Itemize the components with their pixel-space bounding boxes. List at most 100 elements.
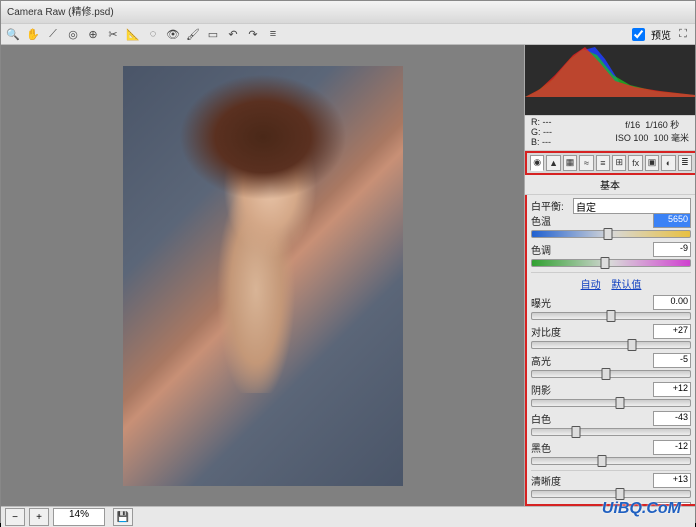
exposure-row-3: 阴影 +12 (531, 383, 691, 397)
main-area: R: --- G: --- B: --- f/16 1/160 秒 ISO 10… (1, 45, 695, 506)
wb-thumb-1[interactable] (600, 257, 609, 269)
wb-label: 白平衡: (531, 198, 573, 213)
wb-label-1: 色调 (531, 242, 573, 257)
tab-snapshot-icon[interactable]: ≣ (678, 155, 692, 171)
preview-check-input[interactable] (632, 28, 645, 41)
tab-basic-icon[interactable]: ◉ (530, 155, 544, 171)
wb-tool-icon[interactable]: ⟋ (45, 26, 61, 42)
tab-split-icon[interactable]: ≡ (596, 155, 610, 171)
presence-value-0[interactable]: +13 (653, 473, 691, 488)
preview-checkbox[interactable]: 预览 (628, 25, 671, 44)
redeye-tool-icon[interactable]: 👁 (165, 26, 181, 42)
watermark-text: UiBQ.CoM (602, 500, 681, 518)
exposure-slider-row-5 (531, 457, 691, 465)
exposure-value-0[interactable]: 0.00 (653, 295, 691, 310)
top-toolbar: 🔍 ✋ ⟋ ◎ ⊕ ✂ 📐 ◌ 👁 🖌 ▭ ↶ ↷ ≡ 预览 ⛶ (1, 24, 695, 45)
histogram-readout: R: --- G: --- B: --- f/16 1/160 秒 ISO 10… (525, 115, 695, 151)
exposure-value-5[interactable]: -12 (653, 440, 691, 455)
exposure-slider-4[interactable] (531, 428, 691, 436)
auto-link[interactable]: 自动 (581, 280, 601, 291)
window-title: Camera Raw (精修.psd) (7, 7, 114, 18)
default-link[interactable]: 默认值 (611, 280, 641, 291)
zoom-tool-icon[interactable]: 🔍 (5, 26, 21, 42)
tab-hsl-icon[interactable]: ≈ (579, 155, 593, 171)
exposure-label-5: 黑色 (531, 440, 573, 455)
camera-raw-window: Camera Raw (精修.psd) 🔍 ✋ ⟋ ◎ ⊕ ✂ 📐 ◌ 👁 🖌 … (0, 0, 696, 523)
graduated-filter-icon[interactable]: ▭ (205, 26, 221, 42)
wb-slider-0[interactable] (531, 230, 691, 238)
exposure-value-1[interactable]: +27 (653, 324, 691, 339)
exposure-slider-3[interactable] (531, 399, 691, 407)
target-adjust-icon[interactable]: ⊕ (85, 26, 101, 42)
exposure-slider-5[interactable] (531, 457, 691, 465)
exposure-value-2[interactable]: -5 (653, 353, 691, 368)
adjustment-brush-icon[interactable]: 🖌 (185, 26, 201, 42)
wb-slider-1[interactable] (531, 259, 691, 267)
exposure-thumb-5[interactable] (597, 455, 606, 467)
zoom-in-button[interactable]: + (29, 508, 49, 526)
exposure-label-0: 曝光 (531, 295, 573, 310)
zoom-out-button[interactable]: − (5, 508, 25, 526)
exposure-slider-row-3 (531, 399, 691, 407)
panel-title: 基本 (525, 175, 695, 195)
exposure-slider-2[interactable] (531, 370, 691, 378)
tab-detail-icon[interactable]: ▦ (563, 155, 577, 171)
histogram[interactable] (525, 45, 695, 115)
panel-tabstrip: ◉ ▲ ▦ ≈ ≡ ⊞ fx ▣ ◐ ≣ (525, 151, 695, 175)
fullscreen-icon[interactable]: ⛶ (675, 26, 691, 42)
exposure-label-2: 高光 (531, 353, 573, 368)
color-sampler-icon[interactable]: ◎ (65, 26, 81, 42)
exposure-slider-row-2 (531, 370, 691, 378)
exposure-row-1: 对比度 +27 (531, 325, 691, 339)
wb-row-1: 色调 -9 (531, 243, 691, 257)
tab-curve-icon[interactable]: ▲ (546, 155, 560, 171)
exposure-thumb-3[interactable] (616, 397, 625, 409)
wb-label-0: 色温 (531, 213, 573, 228)
exposure-thumb-1[interactable] (627, 339, 636, 351)
white-balance-row: 白平衡: 自定 (531, 199, 691, 213)
save-image-button[interactable]: 💾 (113, 508, 133, 526)
separator (531, 272, 691, 273)
tab-calib-icon[interactable]: ▣ (645, 155, 659, 171)
histogram-svg (525, 45, 695, 97)
rotate-left-icon[interactable]: ↶ (225, 26, 241, 42)
separator (531, 470, 691, 471)
exposure-row-0: 曝光 0.00 (531, 296, 691, 310)
exif-readout: f/16 1/160 秒 ISO 100 100 毫米 (615, 118, 689, 148)
statusbar: − + 14% 💾 (1, 506, 695, 527)
presence-slider-0[interactable] (531, 490, 691, 498)
presence-thumb-0[interactable] (616, 488, 625, 500)
right-panel: R: --- G: --- B: --- f/16 1/160 秒 ISO 10… (524, 45, 695, 506)
exposure-thumb-4[interactable] (572, 426, 581, 438)
hand-tool-icon[interactable]: ✋ (25, 26, 41, 42)
prefs-icon[interactable]: ≡ (265, 26, 281, 42)
exposure-thumb-2[interactable] (602, 368, 611, 380)
exposure-slider-row-4 (531, 428, 691, 436)
exposure-thumb-0[interactable] (607, 310, 616, 322)
spot-removal-icon[interactable]: ◌ (145, 26, 161, 42)
photo-preview (123, 66, 403, 486)
wb-select[interactable]: 自定 (573, 198, 691, 214)
wb-thumb-0[interactable] (603, 228, 612, 240)
tab-preset-icon[interactable]: ◐ (661, 155, 675, 171)
zoom-select[interactable]: 14% (53, 508, 105, 526)
rotate-right-icon[interactable]: ↷ (245, 26, 261, 42)
exposure-label-4: 白色 (531, 411, 573, 426)
exposure-value-4[interactable]: -43 (653, 411, 691, 426)
wb-row-0: 色温 5650 (531, 214, 691, 228)
exposure-slider-0[interactable] (531, 312, 691, 320)
exposure-row-2: 高光 -5 (531, 354, 691, 368)
wb-value-1[interactable]: -9 (653, 242, 691, 257)
crop-tool-icon[interactable]: ✂ (105, 26, 121, 42)
exposure-label-1: 对比度 (531, 324, 573, 339)
wb-value-0[interactable]: 5650 (653, 213, 691, 228)
tab-lens-icon[interactable]: ⊞ (612, 155, 626, 171)
exposure-slider-1[interactable] (531, 341, 691, 349)
preview-label: 预览 (651, 27, 671, 42)
straighten-tool-icon[interactable]: 📐 (125, 26, 141, 42)
tab-fx-icon[interactable]: fx (628, 155, 642, 171)
window-titlebar: Camera Raw (精修.psd) (1, 1, 695, 24)
exposure-label-3: 阴影 (531, 382, 573, 397)
image-canvas[interactable] (1, 45, 524, 506)
exposure-value-3[interactable]: +12 (653, 382, 691, 397)
